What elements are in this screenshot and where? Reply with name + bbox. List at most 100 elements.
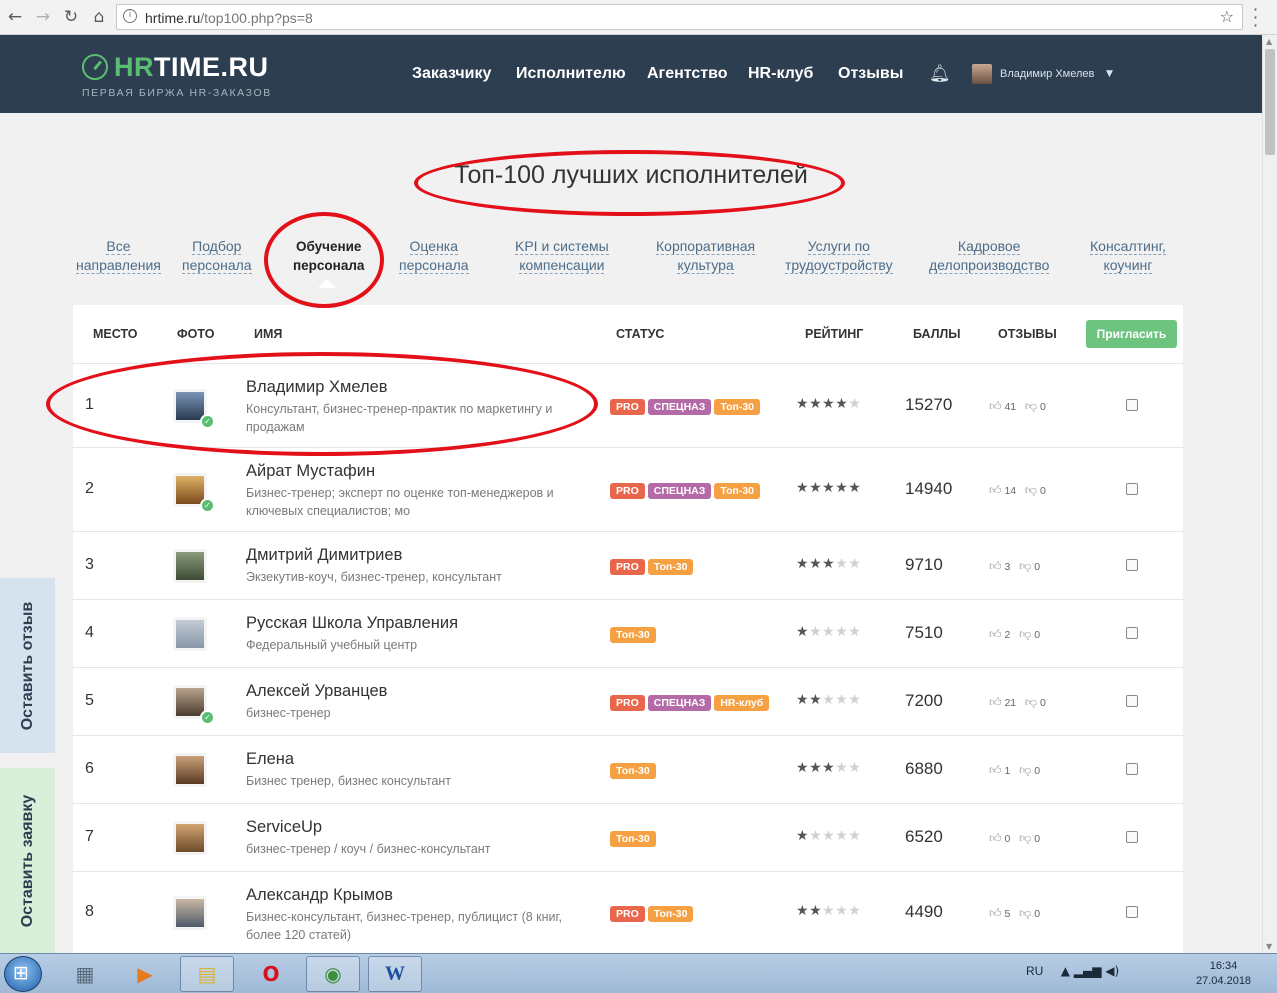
reviews-counts[interactable]: 👍︎ 2 👎︎ 0 bbox=[989, 627, 1040, 642]
status-badge: PRO bbox=[610, 399, 645, 415]
tab-corporate-culture[interactable]: Корпоративная культура bbox=[656, 237, 756, 275]
opera-icon[interactable]: O bbox=[244, 956, 298, 992]
executor-name-link[interactable]: ServiceUp bbox=[246, 818, 322, 837]
avatar[interactable] bbox=[173, 617, 207, 651]
executor-name-link[interactable]: Елена bbox=[246, 750, 294, 769]
calculator-icon[interactable]: ▦ bbox=[58, 956, 112, 992]
bell-icon[interactable]: 🔔︎ bbox=[929, 64, 951, 84]
address-bar[interactable]: i hrtime.ru/top100.php?ps=8 ☆ bbox=[116, 4, 1243, 30]
reviews-counts[interactable]: 👍︎ 14 👎︎ 0 bbox=[989, 483, 1046, 498]
tab-all-directions[interactable]: Все направления bbox=[76, 237, 161, 275]
table-row: 8 Александр Крымов Бизнес-консультант, б… bbox=[73, 871, 1183, 953]
invite-checkbox[interactable] bbox=[1126, 695, 1138, 707]
reviews-counts[interactable]: 👍︎ 21 👎︎ 0 bbox=[989, 695, 1046, 710]
reviews-counts[interactable]: 👍︎ 3 👎︎ 0 bbox=[989, 559, 1040, 574]
taskbar-clock[interactable]: 16:34 27.04.2018 bbox=[1196, 959, 1251, 989]
status-badges: PRO СПЕЦНАЗ Топ-30 bbox=[610, 481, 763, 499]
leave-request-tab[interactable]: Оставить заявку bbox=[0, 768, 55, 953]
table-row: 4 Русская Школа Управления Федеральный у… bbox=[73, 599, 1183, 667]
thumbs-down-icon: 👎︎ bbox=[1019, 906, 1032, 920]
column-header-reviews: ОТЗЫВЫ bbox=[998, 327, 1057, 341]
invite-checkbox[interactable] bbox=[1126, 627, 1138, 639]
nav-link-customer[interactable]: Заказчику bbox=[412, 65, 491, 83]
tab-assessment[interactable]: Оценка персонала bbox=[399, 237, 469, 275]
tab-consulting[interactable]: Консалтинг, коучинг bbox=[1090, 237, 1166, 275]
table-row: 3 Дмитрий Димитриев Экзекутив-коуч, бизн… bbox=[73, 531, 1183, 599]
invite-checkbox[interactable] bbox=[1126, 559, 1138, 571]
score-value: 9710 bbox=[905, 555, 943, 574]
back-button[interactable]: ← bbox=[4, 6, 26, 28]
invite-checkbox[interactable] bbox=[1126, 831, 1138, 843]
executor-name-link[interactable]: Русская Школа Управления bbox=[246, 614, 458, 633]
tab-hr-records[interactable]: Кадровое делопроизводство bbox=[929, 237, 1050, 275]
rating-stars: ★★★★★ bbox=[796, 760, 862, 776]
status-badge: СПЕЦНАЗ bbox=[647, 695, 712, 711]
browser-menu-icon[interactable]: · · · bbox=[1253, 2, 1258, 34]
chevron-down-icon[interactable]: ▼ bbox=[1106, 69, 1113, 79]
rating-stars: ★★★★★ bbox=[796, 692, 862, 708]
nav-link-reviews[interactable]: Отзывы bbox=[838, 65, 903, 83]
rank-cell: 2 bbox=[85, 480, 94, 497]
page-scrollbar[interactable]: ▲ ▼ bbox=[1262, 35, 1277, 953]
start-button[interactable] bbox=[4, 956, 42, 992]
user-name[interactable]: Владимир Хмелев bbox=[1000, 68, 1094, 80]
browser-toolbar: ← → ↻ ⌂ i hrtime.ru/top100.php?ps=8 ☆ · ·… bbox=[0, 0, 1277, 35]
thumbs-down-icon: 👎︎ bbox=[1024, 483, 1038, 497]
executor-description: Федеральный учебный центр bbox=[246, 638, 418, 652]
invite-checkbox[interactable] bbox=[1126, 399, 1138, 411]
rank-cell: 7 bbox=[85, 828, 94, 845]
scroll-down-arrow-icon[interactable]: ▼ bbox=[1266, 942, 1272, 951]
executor-name-link[interactable]: Александр Крымов bbox=[246, 886, 393, 905]
status-badge: PRO bbox=[610, 906, 645, 922]
home-button[interactable]: ⌂ bbox=[88, 6, 110, 28]
status-badge: СПЕЦНАЗ bbox=[647, 483, 712, 499]
file-explorer-icon[interactable]: ▤ bbox=[180, 956, 234, 992]
nav-link-agency[interactable]: Агентство bbox=[647, 65, 728, 83]
avatar[interactable] bbox=[173, 549, 207, 583]
avatar[interactable] bbox=[173, 753, 207, 787]
thumbs-up-icon: 👍︎ bbox=[989, 906, 1002, 920]
executor-name-link[interactable]: Айрат Мустафин bbox=[246, 462, 375, 481]
reviews-counts[interactable]: 👍︎ 41 👎︎ 0 bbox=[989, 399, 1046, 414]
scroll-up-arrow-icon[interactable]: ▲ bbox=[1266, 37, 1272, 46]
executor-name-link[interactable]: Дмитрий Димитриев bbox=[246, 546, 402, 565]
invite-checkbox[interactable] bbox=[1126, 763, 1138, 775]
leave-review-tab[interactable]: Оставить отзыв bbox=[0, 578, 55, 753]
thumbs-up-icon: 👍︎ bbox=[989, 399, 1002, 413]
invite-button[interactable]: Пригласить bbox=[1086, 320, 1177, 348]
scroll-thumb[interactable] bbox=[1265, 49, 1275, 155]
rank-cell: 8 bbox=[85, 903, 94, 920]
column-header-score: БАЛЛЫ bbox=[913, 327, 961, 341]
tab-kpi[interactable]: KPI и системы компенсации bbox=[515, 237, 609, 275]
forward-button[interactable]: → bbox=[32, 6, 54, 28]
executor-description: Бизнес тренер, бизнес консультант bbox=[246, 774, 452, 788]
reload-button[interactable]: ↻ bbox=[60, 6, 82, 28]
tab-recruitment[interactable]: Подбор персонала bbox=[182, 237, 252, 275]
invite-checkbox[interactable] bbox=[1126, 483, 1138, 495]
media-player-icon[interactable]: ▶ bbox=[118, 956, 172, 992]
avatar[interactable] bbox=[173, 896, 207, 930]
chrome-icon[interactable]: ◉ bbox=[306, 956, 360, 992]
executor-description: бизнес-тренер / коуч / бизнес-консультан… bbox=[246, 842, 491, 856]
status-badges: PRO СПЕЦНАЗ HR-клуб bbox=[610, 693, 772, 711]
status-badges: PRO СПЕЦНАЗ Топ-30 bbox=[610, 397, 763, 415]
score-value: 15270 bbox=[905, 395, 953, 414]
url-text[interactable]: hrtime.ru/top100.php?ps=8 bbox=[145, 10, 313, 26]
reviews-counts[interactable]: 👍︎ 5 👎︎ 0 bbox=[989, 906, 1040, 921]
user-avatar[interactable] bbox=[972, 64, 992, 84]
nav-link-hr-club[interactable]: HR-клуб bbox=[748, 65, 813, 83]
thumbs-up-icon: 👍︎ bbox=[989, 831, 1002, 845]
reviews-counts[interactable]: 👍︎ 1 👎︎ 0 bbox=[989, 763, 1040, 778]
avatar[interactable] bbox=[173, 821, 207, 855]
invite-checkbox[interactable] bbox=[1126, 906, 1138, 918]
reviews-counts[interactable]: 👍︎ 0 👎︎ 0 bbox=[989, 831, 1040, 846]
bookmark-star-icon[interactable]: ☆ bbox=[1220, 7, 1234, 26]
executor-name-link[interactable]: Алексей Урванцев bbox=[246, 682, 387, 701]
rank-cell: 4 bbox=[85, 624, 94, 641]
network-icon[interactable]: ▲ ▂▄▆ ◀) bbox=[1061, 964, 1119, 978]
info-icon[interactable]: i bbox=[123, 9, 137, 23]
word-icon[interactable]: W bbox=[368, 956, 422, 992]
language-indicator[interactable]: RU bbox=[1026, 964, 1043, 978]
tab-employment[interactable]: Услуги по трудоустройству bbox=[785, 237, 893, 275]
nav-link-executor[interactable]: Исполнителю bbox=[516, 65, 626, 83]
